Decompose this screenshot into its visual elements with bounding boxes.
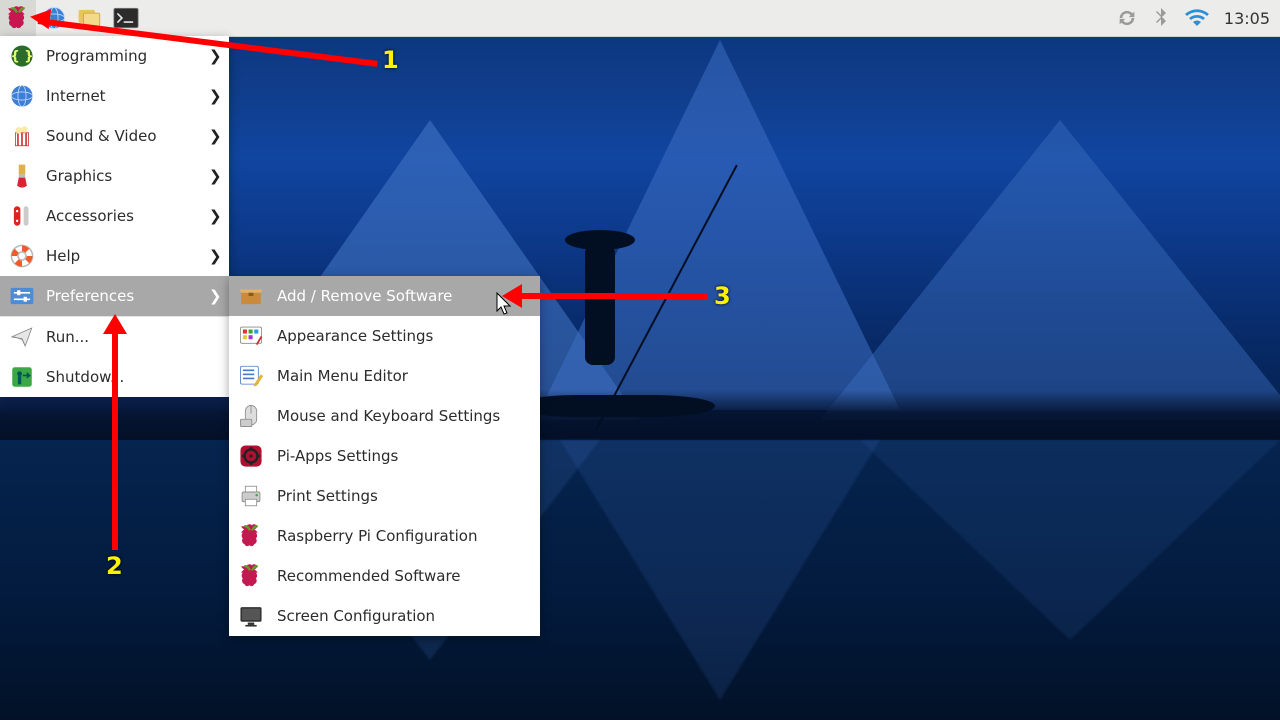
menu-item-sound-video[interactable]: Sound & Video ❯ <box>0 116 229 156</box>
submenu-item-main-menu-editor[interactable]: Main Menu Editor <box>229 356 540 396</box>
terminal-icon <box>113 7 139 29</box>
preferences-submenu: Add / Remove Software Appearance Settings… <box>229 276 540 636</box>
popcorn-icon <box>8 122 36 150</box>
submenu-item-appearance-settings[interactable]: Appearance Settings <box>229 316 540 356</box>
system-tray: 13:05 <box>1116 0 1280 36</box>
submenu-arrow-icon: ❯ <box>209 47 219 65</box>
annotation-arrow-3 <box>520 293 708 299</box>
submenu-arrow-icon: ❯ <box>209 247 219 265</box>
submenu-item-screen-configuration[interactable]: Screen Configuration <box>229 596 540 636</box>
knife-icon <box>8 202 36 230</box>
raspberry-icon <box>237 522 265 550</box>
globe-icon <box>8 82 36 110</box>
submenu-item-label: Mouse and Keyboard Settings <box>277 407 500 425</box>
menu-item-label: Graphics <box>46 167 199 185</box>
submenu-item-add-remove-software[interactable]: Add / Remove Software <box>229 276 540 316</box>
brush-icon <box>8 162 36 190</box>
submenu-item-label: Pi-Apps Settings <box>277 447 398 465</box>
submenu-item-print-settings[interactable]: Print Settings <box>229 476 540 516</box>
submenu-arrow-icon: ❯ <box>209 127 219 145</box>
annotation-arrowhead-1 <box>29 7 51 29</box>
piapps-icon <box>237 442 265 470</box>
raspberry-icon <box>237 562 265 590</box>
menu-item-accessories[interactable]: Accessories ❯ <box>0 196 229 236</box>
menuedit-icon <box>237 362 265 390</box>
sliders-icon <box>8 282 36 310</box>
annotation-arrowhead-2 <box>103 314 127 334</box>
mouse-icon <box>237 402 265 430</box>
submenu-item-label: Screen Configuration <box>277 607 435 625</box>
submenu-item-pi-apps-settings[interactable]: Pi-Apps Settings <box>229 436 540 476</box>
menu-item-label: Help <box>46 247 199 265</box>
code-icon: { } <box>8 42 36 70</box>
annotation-number-1: 1 <box>382 46 399 74</box>
submenu-item-label: Print Settings <box>277 487 378 505</box>
submenu-item-label: Main Menu Editor <box>277 367 408 385</box>
menu-item-label: Run... <box>46 328 219 346</box>
menu-item-label: Internet <box>46 87 199 105</box>
printer-icon <box>237 482 265 510</box>
submenu-item-recommended-software[interactable]: Recommended Software <box>229 556 540 596</box>
submenu-item-mouse-and-keyboard-settings[interactable]: Mouse and Keyboard Settings <box>229 396 540 436</box>
menu-item-label: Programming <box>46 47 199 65</box>
palette-icon <box>237 322 265 350</box>
submenu-item-label: Appearance Settings <box>277 327 433 345</box>
taskbar: 13:05 <box>0 0 1280 37</box>
menu-item-label: Accessories <box>46 207 199 225</box>
submenu-item-label: Recommended Software <box>277 567 461 585</box>
menu-item-graphics[interactable]: Graphics ❯ <box>0 156 229 196</box>
svg-text:{ }: { } <box>10 49 33 64</box>
menu-item-label: Preferences <box>46 287 199 305</box>
exit-icon <box>8 363 36 391</box>
submenu-arrow-icon: ❯ <box>209 167 219 185</box>
annotation-number-2: 2 <box>106 552 123 580</box>
monitor-icon <box>237 602 265 630</box>
wifi-icon[interactable] <box>1184 8 1210 28</box>
menu-item-internet[interactable]: Internet ❯ <box>0 76 229 116</box>
menu-item-label: Shutdow... <box>46 368 219 386</box>
annotation-arrowhead-3 <box>502 284 522 308</box>
lifebuoy-icon <box>8 242 36 270</box>
bluetooth-icon[interactable] <box>1152 7 1170 29</box>
annotation-arrow-2 <box>112 332 118 550</box>
submenu-arrow-icon: ❯ <box>209 287 219 305</box>
submenu-item-raspberry-pi-configuration[interactable]: Raspberry Pi Configuration <box>229 516 540 556</box>
updates-icon[interactable] <box>1116 7 1138 29</box>
box-icon <box>237 282 265 310</box>
submenu-arrow-icon: ❯ <box>209 87 219 105</box>
menu-item-help[interactable]: Help ❯ <box>0 236 229 276</box>
menu-item-preferences[interactable]: Preferences ❯ <box>0 276 229 316</box>
annotation-number-3: 3 <box>714 282 731 310</box>
submenu-item-label: Add / Remove Software <box>277 287 452 305</box>
raspberry-icon <box>5 5 31 31</box>
paperplane-icon <box>8 323 36 351</box>
clock[interactable]: 13:05 <box>1224 9 1270 28</box>
submenu-arrow-icon: ❯ <box>209 207 219 225</box>
submenu-item-label: Raspberry Pi Configuration <box>277 527 477 545</box>
menu-item-label: Sound & Video <box>46 127 199 145</box>
